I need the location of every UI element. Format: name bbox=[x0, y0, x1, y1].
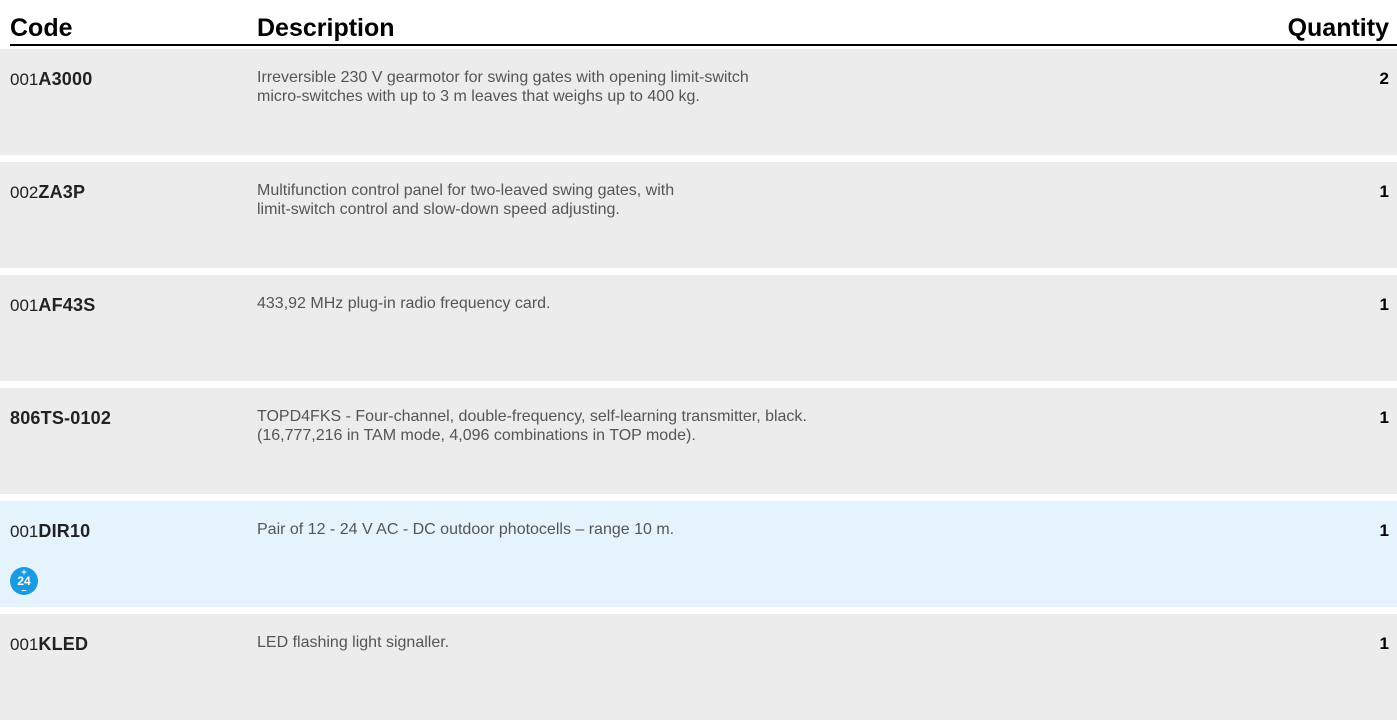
code-main: AF43S bbox=[38, 295, 96, 315]
code-main: ZA3P bbox=[38, 182, 86, 202]
product-quantity: 1 bbox=[1379, 295, 1389, 314]
product-quantity: 1 bbox=[1379, 634, 1389, 653]
table-row: 001KLED LED flashing light signaller. 1 bbox=[0, 614, 1397, 720]
header-quantity: Quantity bbox=[1287, 14, 1389, 42]
product-code: 806TS-0102 bbox=[10, 407, 111, 430]
product-description: LED flashing light signaller. bbox=[257, 633, 1157, 652]
description-line: Multifunction control panel for two-leav… bbox=[257, 182, 675, 199]
product-code: 001KLED bbox=[10, 633, 88, 656]
code-main: KLED bbox=[38, 634, 89, 654]
header-divider bbox=[10, 44, 1397, 46]
product-list: 001A3000 Irreversible 230 V gearmotor fo… bbox=[0, 49, 1397, 727]
table-header: Code Description Quantity bbox=[0, 0, 1397, 44]
code-prefix: 001 bbox=[10, 70, 39, 89]
table-row: 001AF43S 433,92 MHz plug-in radio freque… bbox=[0, 275, 1397, 381]
product-description: Irreversible 230 V gearmotor for swing g… bbox=[257, 68, 1157, 106]
description-line: Pair of 12 - 24 V AC - DC outdoor photoc… bbox=[257, 521, 675, 538]
description-line: TOPD4FKS - Four-channel, double-frequenc… bbox=[257, 408, 807, 425]
table-row: 806TS-0102 TOPD4FKS - Four-channel, doub… bbox=[0, 388, 1397, 494]
description-line: (16,777,216 in TAM mode, 4,096 combinati… bbox=[257, 427, 696, 444]
description-line: limit-switch control and slow-down speed… bbox=[257, 201, 620, 218]
code-prefix: 001 bbox=[10, 296, 39, 315]
code-main: 806TS-0102 bbox=[10, 408, 112, 428]
product-code: 001A3000 bbox=[10, 68, 92, 91]
product-description: 433,92 MHz plug-in radio frequency card. bbox=[257, 294, 1157, 313]
description-line: Irreversible 230 V gearmotor for swing g… bbox=[257, 69, 749, 86]
code-prefix: 001 bbox=[10, 522, 39, 541]
product-quantity: 1 bbox=[1379, 521, 1389, 540]
voltage-24v-icon: + 24 – bbox=[10, 567, 38, 595]
description-line: LED flashing light signaller. bbox=[257, 634, 450, 651]
header-description: Description bbox=[257, 14, 395, 42]
product-code: 002ZA3P bbox=[10, 181, 85, 204]
table-row: 002ZA3P Multifunction control panel for … bbox=[0, 162, 1397, 268]
table-row-highlighted: 001DIR10 Pair of 12 - 24 V AC - DC outdo… bbox=[0, 501, 1397, 607]
product-description: TOPD4FKS - Four-channel, double-frequenc… bbox=[257, 407, 1157, 445]
product-quantity: 1 bbox=[1379, 182, 1389, 201]
product-code: 001DIR10 bbox=[10, 520, 90, 543]
description-line: micro-switches with up to 3 m leaves tha… bbox=[257, 88, 700, 105]
product-code: 001AF43S bbox=[10, 294, 95, 317]
code-main: DIR10 bbox=[38, 521, 91, 541]
code-prefix: 001 bbox=[10, 635, 39, 654]
table-row: 001A3000 Irreversible 230 V gearmotor fo… bbox=[0, 49, 1397, 155]
description-line: 433,92 MHz plug-in radio frequency card. bbox=[257, 295, 551, 312]
code-prefix: 002 bbox=[10, 183, 39, 202]
product-description: Multifunction control panel for two-leav… bbox=[257, 181, 1157, 219]
product-quantity: 1 bbox=[1379, 408, 1389, 427]
product-description: Pair of 12 - 24 V AC - DC outdoor photoc… bbox=[257, 520, 1157, 539]
code-main: A3000 bbox=[38, 69, 93, 89]
product-quantity: 2 bbox=[1379, 69, 1389, 88]
header-code: Code bbox=[10, 14, 73, 42]
badge-minus: – bbox=[21, 585, 27, 595]
